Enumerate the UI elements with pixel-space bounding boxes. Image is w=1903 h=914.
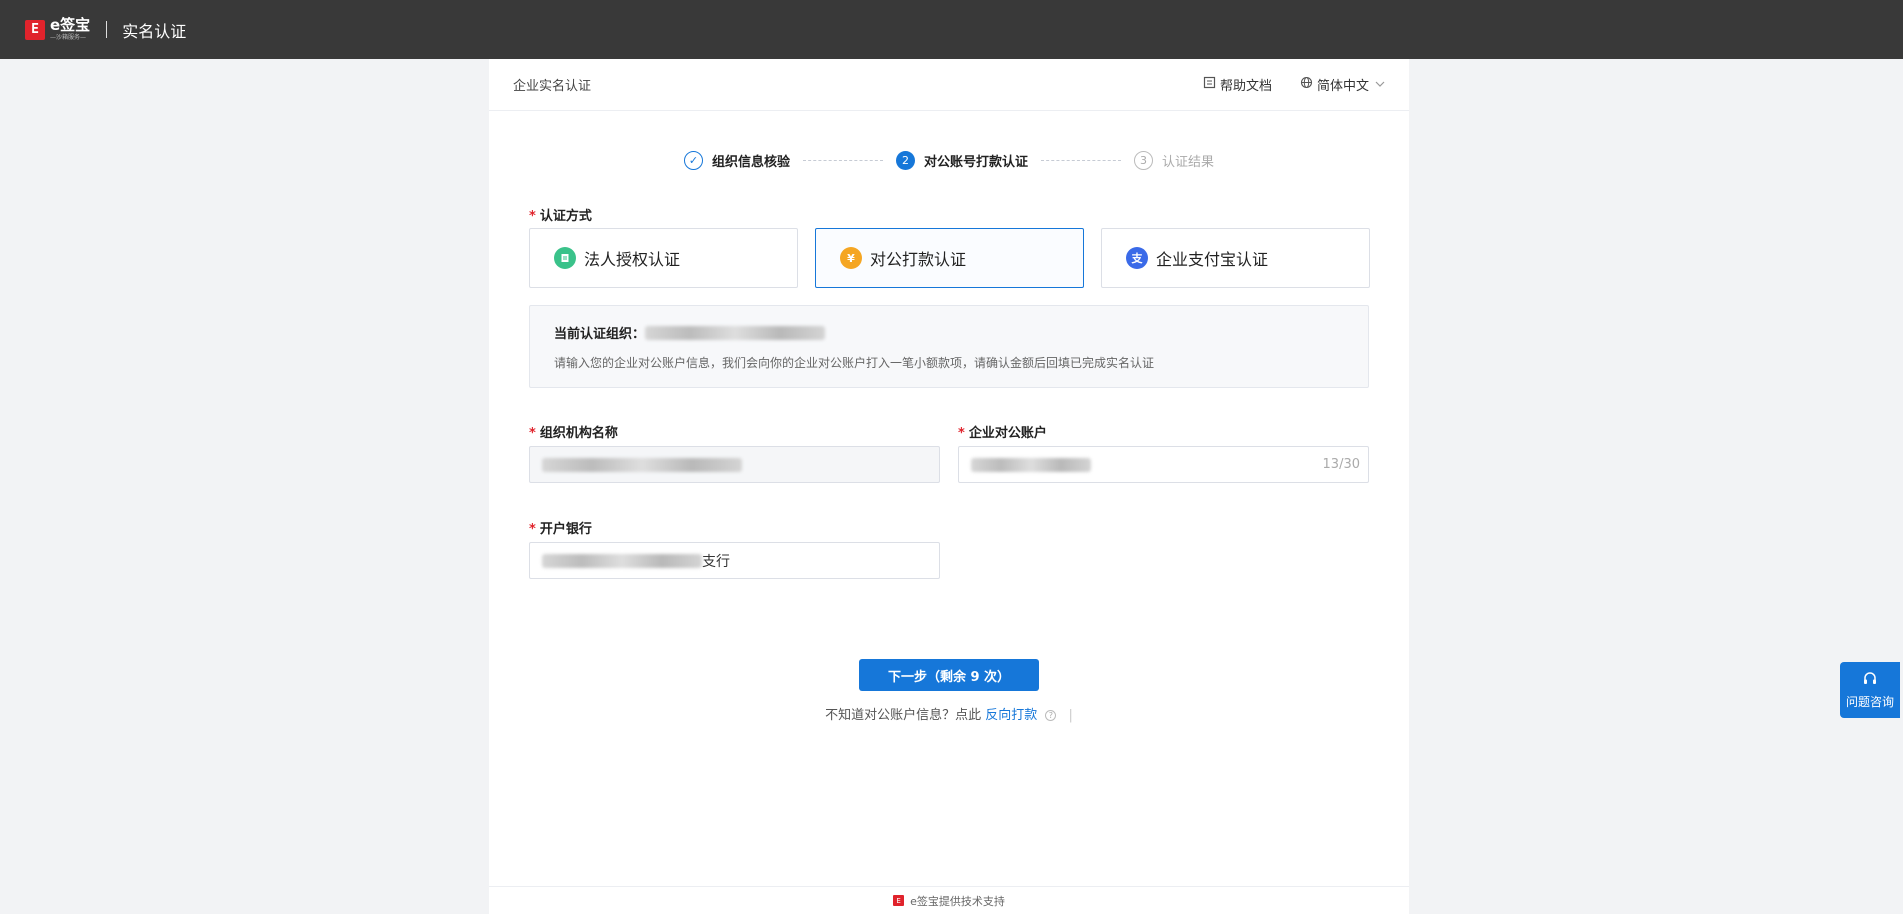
- help-doc-icon: [1203, 76, 1216, 93]
- method-label: 对公打款认证: [870, 250, 967, 269]
- bank-value-suffix: 支行: [702, 553, 730, 570]
- progress-steps: ✓ 组织信息核验 2 对公账号打款认证 3 认证结果: [489, 151, 1409, 170]
- esign-logo[interactable]: E e签宝 —沙箱服务—: [25, 18, 90, 41]
- logo-name: e签宝: [50, 16, 91, 34]
- topbar-title: 实名认证: [122, 21, 187, 41]
- auth-method-options: 法人授权认证 ¥ 对公打款认证 支 企业支付宝认证: [529, 228, 1370, 288]
- globe-icon: [1300, 76, 1313, 93]
- language-select[interactable]: 简体中文: [1300, 75, 1385, 94]
- headset-icon: [1862, 671, 1878, 691]
- yen-icon: ¥: [840, 247, 862, 269]
- question-icon[interactable]: ?: [1045, 710, 1057, 721]
- hint-divider: |: [1068, 708, 1073, 723]
- main-card: 企业实名认证 帮助文档 简体中文 ✓ 组织信息核验 2 对公账号打款认证 3 认…: [489, 59, 1409, 914]
- method-bank-transfer[interactable]: ¥ 对公打款认证: [815, 228, 1084, 288]
- info-description: 请输入您的企业对公账户信息，我们会向你的企业对公账户打入一笔小额款项，请确认金额…: [554, 356, 1155, 370]
- footer-logo-icon: E: [893, 895, 905, 906]
- document-icon: [554, 247, 576, 269]
- consult-button[interactable]: 问题咨询: [1840, 662, 1900, 718]
- redacted-org-name: [645, 325, 826, 340]
- current-org: 当前认证组织：: [554, 323, 1344, 342]
- org-name-label: * 组织机构名称: [529, 426, 618, 441]
- card-header: 企业实名认证 帮助文档 简体中文: [489, 59, 1409, 111]
- step-connector: [802, 160, 883, 161]
- top-bar: E e签宝 —沙箱服务— 实名认证: [0, 0, 1903, 59]
- reverse-payment-link[interactable]: 反向打款: [985, 708, 1037, 723]
- step-number: 2: [895, 151, 915, 170]
- check-icon: ✓: [683, 151, 703, 170]
- method-label: 法人授权认证: [584, 250, 681, 269]
- help-docs-label: 帮助文档: [1219, 79, 1272, 94]
- step-label: 认证结果: [1162, 155, 1215, 170]
- bank-label: * 开户银行: [529, 522, 592, 537]
- step-connector: [1041, 160, 1121, 161]
- step-bank-verify: 2 对公账号打款认证: [895, 151, 1028, 170]
- language-label: 简体中文: [1316, 79, 1369, 94]
- logo-mark-icon: E: [25, 19, 45, 40]
- help-docs-link[interactable]: 帮助文档: [1203, 75, 1272, 94]
- step-label: 对公账号打款认证: [923, 155, 1028, 170]
- topbar-divider: [106, 21, 108, 38]
- method-alipay[interactable]: 支 企业支付宝认证: [1101, 228, 1370, 288]
- redacted-org-value: [542, 457, 742, 472]
- org-info-box: 当前认证组织： 请输入您的企业对公账户信息，我们会向你的企业对公账户打入一笔小额…: [529, 305, 1369, 388]
- step-label: 组织信息核验: [711, 155, 790, 170]
- footer: E e签宝提供技术支持: [489, 886, 1409, 914]
- org-name-input[interactable]: [529, 446, 940, 483]
- auth-method-label: * 认证方式: [529, 209, 592, 224]
- alipay-icon: 支: [1126, 247, 1148, 269]
- redacted-bank-value: [542, 553, 702, 568]
- step-number: 3: [1134, 151, 1153, 170]
- step-result: 3 认证结果: [1134, 151, 1214, 170]
- account-label: * 企业对公账户: [958, 426, 1047, 441]
- logo-sub: —沙箱服务—: [50, 34, 87, 41]
- consult-label: 问题咨询: [1845, 694, 1894, 709]
- chevron-down-icon: [1375, 79, 1385, 90]
- char-counter: 13/30: [1322, 457, 1360, 472]
- reverse-payment-hint: 不知道对公账户信息？点此 反向打款 ? |: [825, 708, 1073, 723]
- method-legal-auth[interactable]: 法人授权认证: [529, 228, 798, 288]
- next-step-button[interactable]: 下一步（剩余 9 次）: [859, 659, 1039, 691]
- bank-input[interactable]: 支行: [529, 542, 940, 579]
- method-label: 企业支付宝认证: [1156, 250, 1269, 269]
- page-title: 企业实名认证: [513, 79, 592, 94]
- redacted-account-value: [971, 457, 1091, 472]
- account-input[interactable]: 13/30: [958, 446, 1369, 483]
- step-org-verify: ✓ 组织信息核验: [683, 151, 790, 170]
- footer-text: e签宝提供技术支持: [910, 894, 1005, 908]
